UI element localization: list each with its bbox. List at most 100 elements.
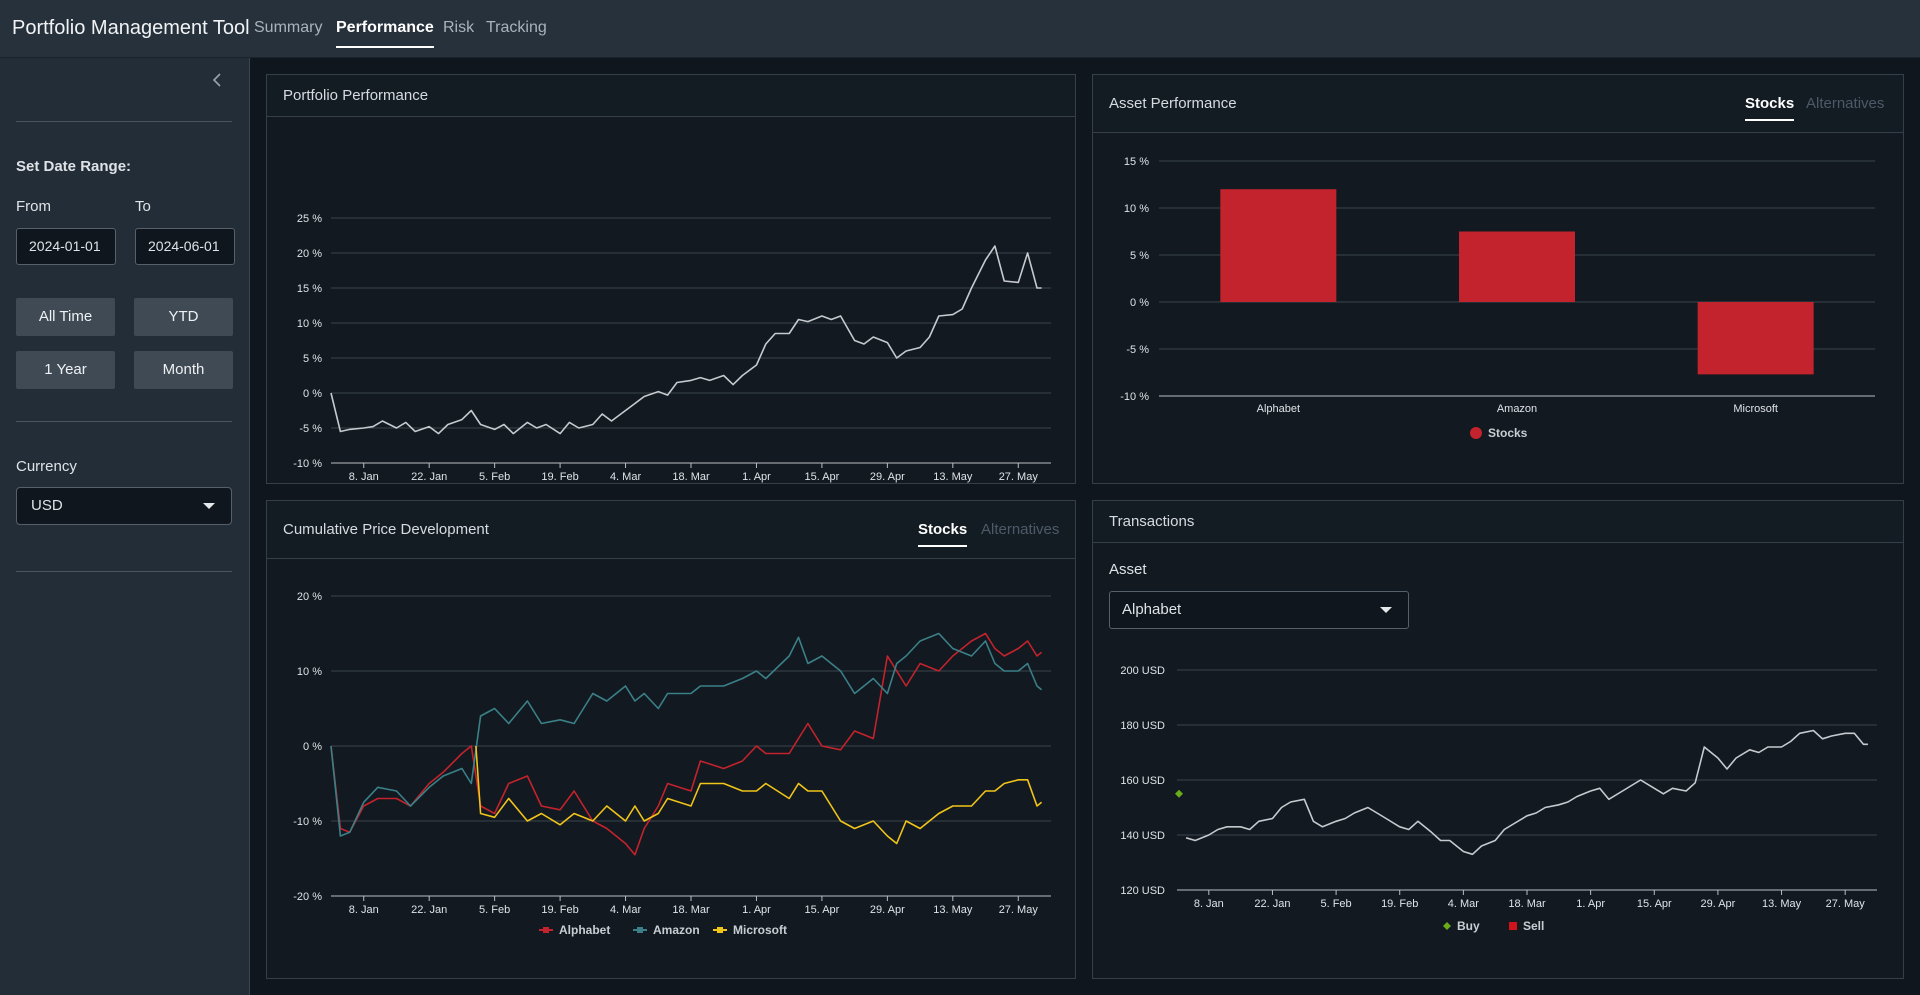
y-tick-label: -10 % [293,816,322,828]
x-tick-label: 1. Apr [742,904,771,916]
x-tick-label: 1. Apr [1576,898,1605,910]
ytd-button[interactable]: YTD [134,298,233,336]
x-tick-label: 15. Apr [804,471,839,483]
y-tick-label: 0 % [1130,297,1149,309]
x-tick-label: Amazon [1497,403,1537,415]
legend-label: Buy [1457,919,1480,933]
x-tick-label: 22. Jan [1254,898,1290,910]
from-label: From [16,198,51,215]
legend-sell-marker [1509,922,1517,930]
x-tick-label: 15. Apr [1637,898,1672,910]
y-tick-label: 200 USD [1120,665,1165,677]
x-tick-label: 4. Mar [610,904,642,916]
x-tick-label: 8. Jan [349,471,379,483]
legend-label: Amazon [653,923,700,937]
y-tick-label: -10 % [1120,391,1149,403]
y-tick-label: 0 % [303,388,322,400]
legend-label: Alphabet [559,923,610,937]
panel-header: Transactions [1093,501,1903,543]
y-tick-label: 120 USD [1120,885,1165,897]
app-title: Portfolio Management Tool [12,17,250,39]
y-tick-label: 0 % [303,741,322,753]
y-tick-label: 5 % [303,353,322,365]
transactions-line-chart: 200 USD 180 USD 160 USD 140 USD 120 USD 8. Ja… [1120,665,1877,933]
y-tick-label: 10 % [297,666,322,678]
panel-title: Cumulative Price Development [283,521,489,538]
from-date-input[interactable]: 2024-01-01 [16,228,116,265]
y-tick-label: 160 USD [1120,775,1165,787]
x-tick-label: 18. Mar [1508,898,1546,910]
legend-label: Stocks [1488,426,1528,440]
tab-summary[interactable]: Summary [254,19,322,37]
x-tick-label: 8. Jan [349,904,379,916]
y-tick-label: 15 % [297,283,322,295]
top-nav-bar: Portfolio Management Tool Summary Perfor… [0,0,1920,58]
sidebar-divider [16,121,232,122]
x-tick-label: 27. May [1826,898,1866,910]
sidebar: Set Date Range: From To 2024-01-01 2024-… [0,58,250,995]
sidebar-divider [16,421,232,422]
y-tick-label: -5 % [299,423,322,435]
legend-marker [637,927,643,933]
x-tick-label: 15. Apr [804,904,839,916]
legend-marker [543,927,549,933]
currency-value: USD [31,497,63,514]
microsoft-series-line [475,745,1043,845]
x-tick-label: 19. Feb [541,904,578,916]
sidebar-divider [16,571,232,572]
one-year-button[interactable]: 1 Year [16,351,115,389]
tab-tracking[interactable]: Tracking [486,19,547,37]
asset-select-value: Alphabet [1122,601,1182,618]
panel-header: Asset Performance Stocks Alternatives [1093,75,1903,133]
chevron-left-icon[interactable] [208,70,228,90]
to-date-input[interactable]: 2024-06-01 [135,228,235,265]
month-button[interactable]: Month [134,351,233,389]
x-tick-label: Microsoft [1733,403,1778,415]
asset-label: Asset [1109,561,1147,578]
y-tick-label: 5 % [1130,250,1149,262]
bar-alphabet [1220,189,1337,302]
x-tick-label: 13. May [933,471,973,483]
panel-title: Transactions [1109,513,1195,530]
x-tick-label: 18. Mar [672,471,710,483]
y-tick-label: -20 % [293,891,322,903]
portfolio-performance-panel: Portfolio Performance 25 % 20 % 15 % 10 % 5 … [266,74,1076,484]
y-tick-label: 10 % [297,318,322,330]
tab-alternatives[interactable]: Alternatives [1806,95,1884,112]
alphabet-series-line [330,632,1043,856]
tab-stocks[interactable]: Stocks [918,521,968,547]
x-tick-label: 29. Apr [870,471,905,483]
asset-performance-panel: Asset Performance Stocks Alternatives 15… [1092,74,1904,484]
cumulative-line-chart: 20 % 10 % 0 % -10 % -20 % 8. Jan 22. Jan 5. Feb… [293,591,1051,937]
y-tick-label: 180 USD [1120,720,1165,732]
asset-select[interactable]: Alphabet [1109,591,1409,629]
legend-marker [1470,427,1482,439]
tab-stocks[interactable]: Stocks [1745,95,1795,121]
x-tick-label: 27. May [999,904,1039,916]
series-line [1185,729,1868,856]
x-tick-label: Alphabet [1257,403,1300,415]
caret-down-icon [203,503,215,509]
tab-alternatives[interactable]: Alternatives [981,521,1059,538]
x-tick-label: 29. Apr [1700,898,1735,910]
bar-microsoft [1697,302,1814,375]
y-tick-label: 20 % [297,591,322,603]
panel-header: Portfolio Performance [267,75,1075,117]
legend-label: Sell [1523,919,1544,933]
y-tick-label: 10 % [1124,203,1149,215]
tab-risk[interactable]: Risk [443,19,474,37]
panel-title: Portfolio Performance [283,87,429,104]
to-label: To [135,198,151,215]
asset-bar-chart: 15 % 10 % 5 % 0 % -5 % -10 % Alphabet Amazon Mic… [1120,156,1875,440]
tab-performance[interactable]: Performance [336,19,434,48]
x-tick-label: 8. Jan [1194,898,1224,910]
y-tick-label: 20 % [297,248,322,260]
caret-down-icon [1380,607,1392,613]
currency-select[interactable]: USD [16,487,232,525]
x-tick-label: 18. Mar [672,904,710,916]
x-tick-label: 4. Mar [1448,898,1480,910]
all-time-button[interactable]: All Time [16,298,115,336]
x-tick-label: 19. Feb [541,471,578,483]
bar-amazon [1459,231,1575,302]
x-tick-label: 5. Feb [479,904,510,916]
